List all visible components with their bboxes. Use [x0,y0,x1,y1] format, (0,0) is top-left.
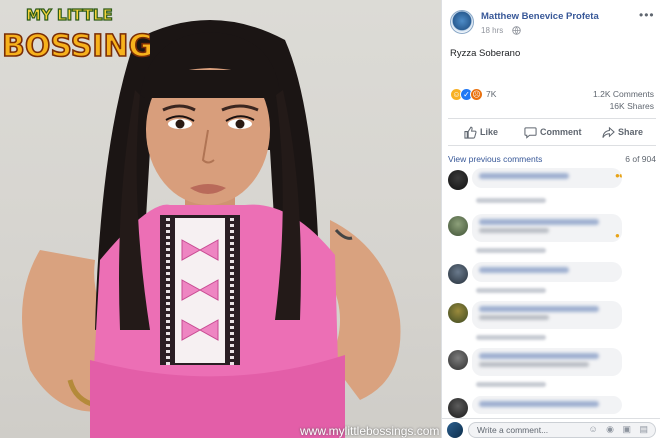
commenter-avatar[interactable] [448,350,468,370]
emoji-icon: ● [615,231,620,240]
like-label: Like [480,127,499,137]
comment-item [446,396,656,418]
commenter-avatar[interactable] [448,398,468,418]
commenter-avatar[interactable] [448,264,468,284]
comment-author-blurred [479,306,599,312]
comment-item [446,301,656,351]
comment-item: ● [446,214,656,264]
post-caption: Ryzza Soberano [450,48,521,59]
write-comment-bar: Write a comment... ☺ ◉ ▣ ▤ [442,418,660,438]
svg-text:MY LITTLE: MY LITTLE [26,6,113,24]
share-label: Share [618,127,644,137]
comment-actions-blurred [476,382,546,387]
comment-input[interactable]: Write a comment... ☺ ◉ ▣ ▤ [468,422,656,438]
comment-bubble [472,348,622,376]
comment-bubble: ● [472,214,622,242]
comment-actions-blurred [476,288,546,293]
post-panel: Matthew Benevice Profeta 18 hrs ••• Ryzz… [441,0,660,438]
watermark-url: www.mylittlebossings.com [300,424,440,438]
comment-author-blurred [479,173,569,179]
thumbs-up-icon [464,126,477,139]
post-timestamp[interactable]: 18 hrs [481,26,503,35]
commenter-avatar[interactable] [448,216,468,236]
angry-icon: ☹ [470,88,483,101]
comment-author-blurred [479,401,599,407]
comment-actions-blurred [476,335,546,340]
comment-actions-blurred [476,248,546,253]
comment-bubble [472,301,622,329]
action-bar: Like Comment Share [448,118,656,146]
comment-input-placeholder: Write a comment... [477,425,549,435]
svg-text:BOSSINGS: BOSSINGS [2,29,150,64]
comment-bubble: ●● [472,168,622,188]
emoji-icons: ●● [615,171,622,180]
comment-bubble [472,262,622,282]
commenter-avatar[interactable] [448,303,468,323]
comment-bubble [472,396,622,414]
comment-attachment-icons[interactable]: ☺ ◉ ▣ ▤ [588,424,651,435]
comment-author-blurred [479,219,599,225]
author-avatar[interactable] [450,10,474,34]
comment-actions-blurred [476,198,546,203]
comment-bubble-icon [524,127,537,139]
post-header: Matthew Benevice Profeta 18 hrs ••• [442,0,660,42]
comment-author-blurred [479,353,599,359]
comments-count-link[interactable]: 1.2K Comments [593,89,654,99]
current-user-avatar [447,422,463,438]
globe-icon [512,26,521,35]
comments-shown-count: 6 of 904 [625,154,656,164]
comment-text-blurred [479,315,549,320]
comment-item: ●● [446,168,656,218]
shares-count-link[interactable]: 16K Shares [610,101,654,111]
post-photo[interactable]: MY LITTLE BOSSINGS www.mylittlebossings.… [0,0,441,438]
more-options-icon[interactable]: ••• [639,8,655,22]
commenter-avatar[interactable] [448,170,468,190]
reaction-count[interactable]: 7K [486,89,496,99]
comment-item [446,348,656,398]
comment-text-blurred [479,228,549,233]
comment-text-blurred [479,362,589,367]
share-arrow-icon [602,126,615,138]
author-name[interactable]: Matthew Benevice Profeta [481,11,599,22]
view-previous-comments-link[interactable]: View previous comments [448,154,542,164]
comment-author-blurred [479,267,569,273]
my-little-bossings-logo: MY LITTLE BOSSINGS [1,5,150,64]
comment-label: Comment [540,127,582,137]
